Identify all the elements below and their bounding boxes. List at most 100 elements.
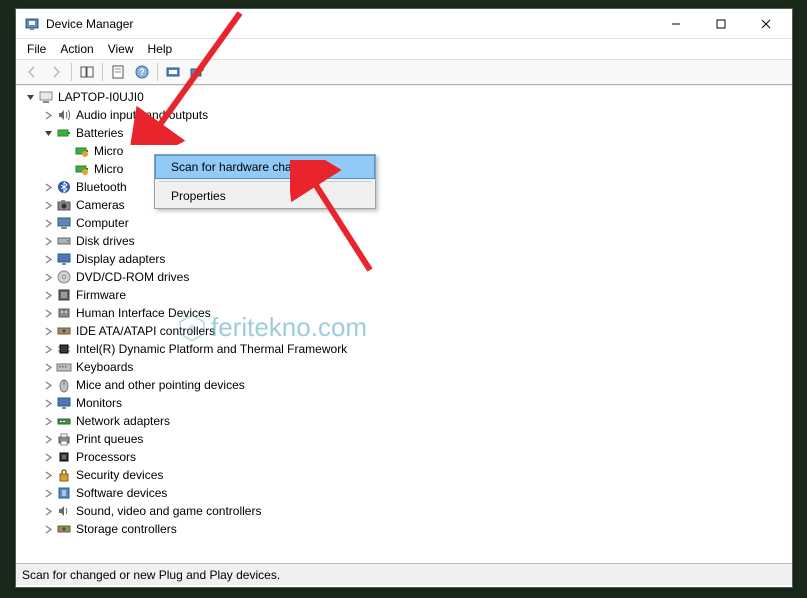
tree-node[interactable]: IDE ATA/ATAPI controllers bbox=[20, 322, 792, 340]
expand-icon[interactable] bbox=[42, 379, 54, 391]
tree-node[interactable]: Firmware bbox=[20, 286, 792, 304]
tree-node[interactable]: Mice and other pointing devices bbox=[20, 376, 792, 394]
tree-node-label: IDE ATA/ATAPI controllers bbox=[76, 324, 215, 338]
forward-button[interactable] bbox=[45, 61, 67, 83]
tree-node[interactable]: Cameras bbox=[20, 196, 792, 214]
toolbar: ? bbox=[16, 59, 792, 85]
tree-node-label: Software devices bbox=[76, 486, 167, 500]
show-hide-tree-button[interactable] bbox=[76, 61, 98, 83]
computer-icon bbox=[56, 215, 72, 231]
tree-node[interactable]: Monitors bbox=[20, 394, 792, 412]
tree-node-label: DVD/CD-ROM drives bbox=[76, 270, 189, 284]
expand-icon[interactable] bbox=[42, 451, 54, 463]
expand-icon[interactable] bbox=[42, 523, 54, 535]
expand-icon[interactable] bbox=[42, 469, 54, 481]
tree-node[interactable]: Intel(R) Dynamic Platform and Thermal Fr… bbox=[20, 340, 792, 358]
expand-icon[interactable] bbox=[42, 325, 54, 337]
collapse-icon[interactable] bbox=[42, 127, 54, 139]
keyboard-icon bbox=[56, 359, 72, 375]
tree-node-label: Micro bbox=[94, 144, 123, 158]
monitor-icon bbox=[56, 395, 72, 411]
expand-icon[interactable] bbox=[42, 487, 54, 499]
tree-node[interactable]: Micro bbox=[20, 142, 792, 160]
battery-icon bbox=[56, 125, 72, 141]
expand-icon[interactable] bbox=[42, 397, 54, 409]
collapse-icon[interactable] bbox=[24, 91, 36, 103]
expand-icon[interactable] bbox=[42, 217, 54, 229]
toolbar-separator bbox=[71, 63, 72, 81]
expand-icon[interactable] bbox=[42, 415, 54, 427]
menu-help[interactable]: Help bbox=[141, 41, 180, 57]
tree-node[interactable]: Security devices bbox=[20, 466, 792, 484]
back-button[interactable] bbox=[21, 61, 43, 83]
window-title: Device Manager bbox=[46, 17, 653, 31]
tree-node[interactable]: Microry bbox=[20, 160, 792, 178]
properties-button[interactable] bbox=[107, 61, 129, 83]
expand-icon[interactable] bbox=[42, 109, 54, 121]
tree-node[interactable]: Sound, video and game controllers bbox=[20, 502, 792, 520]
security-icon bbox=[56, 467, 72, 483]
menu-action[interactable]: Action bbox=[53, 41, 100, 57]
close-button[interactable] bbox=[743, 9, 788, 38]
tree-node-label: Print queues bbox=[76, 432, 143, 446]
tree-node[interactable]: Storage controllers bbox=[20, 520, 792, 538]
expand-icon[interactable] bbox=[42, 199, 54, 211]
maximize-button[interactable] bbox=[698, 9, 743, 38]
expand-icon[interactable] bbox=[42, 181, 54, 193]
tree-node[interactable]: Disk drives bbox=[20, 232, 792, 250]
hid-icon bbox=[56, 305, 72, 321]
expand-icon[interactable] bbox=[42, 361, 54, 373]
expand-icon[interactable] bbox=[42, 343, 54, 355]
mouse-icon bbox=[56, 377, 72, 393]
minimize-button[interactable] bbox=[653, 9, 698, 38]
tree-node-label: Storage controllers bbox=[76, 522, 177, 536]
tree-node[interactable]: Display adapters bbox=[20, 250, 792, 268]
tree-node[interactable]: Human Interface Devices bbox=[20, 304, 792, 322]
status-text: Scan for changed or new Plug and Play de… bbox=[22, 568, 280, 582]
expand-icon[interactable] bbox=[42, 505, 54, 517]
tree-node[interactable]: Batteries bbox=[20, 124, 792, 142]
expand-icon[interactable] bbox=[42, 433, 54, 445]
add-hardware-button[interactable] bbox=[186, 61, 208, 83]
computer_root-icon bbox=[38, 89, 54, 105]
ctx-properties[interactable]: Properties bbox=[155, 184, 375, 208]
tree-node[interactable]: Keyboards bbox=[20, 358, 792, 376]
expand-icon[interactable] bbox=[42, 289, 54, 301]
scan-hardware-button[interactable] bbox=[162, 61, 184, 83]
expand-icon[interactable] bbox=[42, 307, 54, 319]
app-icon bbox=[24, 16, 40, 32]
tree-node-label: Cameras bbox=[76, 198, 125, 212]
device-tree[interactable]: LAPTOP-I0UJI0Audio inputs and outputs Bat… bbox=[16, 86, 792, 563]
tree-node-label: Security devices bbox=[76, 468, 163, 482]
toolbar-separator bbox=[157, 63, 158, 81]
tree-node[interactable]: Print queues bbox=[20, 430, 792, 448]
tree-node-label: Batteries bbox=[76, 126, 123, 140]
help-button[interactable]: ? bbox=[131, 61, 153, 83]
tree-node[interactable]: Software devices bbox=[20, 484, 792, 502]
cd-icon bbox=[56, 269, 72, 285]
statusbar: Scan for changed or new Plug and Play de… bbox=[16, 563, 792, 585]
tree-node-label: Intel(R) Dynamic Platform and Thermal Fr… bbox=[76, 342, 347, 356]
tree-node-label: Network adapters bbox=[76, 414, 170, 428]
tree-node[interactable]: Computer bbox=[20, 214, 792, 232]
expand-icon[interactable] bbox=[42, 271, 54, 283]
menu-view[interactable]: View bbox=[101, 41, 141, 57]
tree-node-label: Sound, video and game controllers bbox=[76, 504, 261, 518]
tree-node[interactable]: LAPTOP-I0UJI0 bbox=[20, 88, 792, 106]
ide-icon bbox=[56, 323, 72, 339]
expand-icon[interactable] bbox=[42, 235, 54, 247]
expand-icon[interactable] bbox=[42, 253, 54, 265]
firmware-icon bbox=[56, 287, 72, 303]
camera-icon bbox=[56, 197, 72, 213]
tree-node[interactable]: Processors bbox=[20, 448, 792, 466]
tree-node[interactable]: Network adapters bbox=[20, 412, 792, 430]
tree-node[interactable]: DVD/CD-ROM drives bbox=[20, 268, 792, 286]
tree-node[interactable]: Audio inputs and outputs bbox=[20, 106, 792, 124]
tree-node-label: Display adapters bbox=[76, 252, 165, 266]
tree-node[interactable]: Bluetooth bbox=[20, 178, 792, 196]
menu-file[interactable]: File bbox=[20, 41, 53, 57]
tree-node-label: Firmware bbox=[76, 288, 126, 302]
tree-node-label: Keyboards bbox=[76, 360, 133, 374]
ctx-scan-hardware[interactable]: Scan for hardware changes bbox=[155, 155, 375, 179]
ctx-separator bbox=[159, 181, 371, 182]
